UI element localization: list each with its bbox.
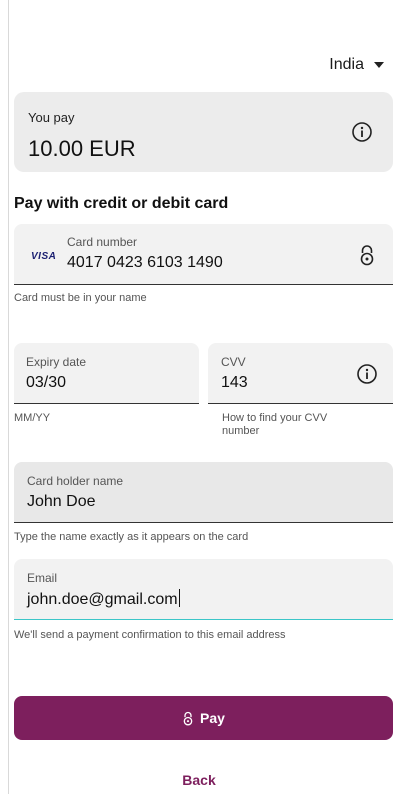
card-number-field[interactable]: VISA Card number 4017 0423 6103 1490 <box>14 224 393 285</box>
expiry-date-field[interactable]: Expiry date 03/30 <box>14 343 199 404</box>
card-number-value: 4017 0423 6103 1490 <box>67 254 223 271</box>
expiry-date-value: 03/30 <box>26 374 67 391</box>
email-value: john.doe@gmail.com <box>27 591 178 608</box>
cvv-field[interactable]: CVV 143 <box>208 343 393 404</box>
lock-icon <box>360 245 374 266</box>
section-title: Pay with credit or debit card <box>14 195 229 212</box>
payment-summary: You pay 10.00 EUR <box>14 92 393 172</box>
cvv-helper[interactable]: How to find your CVV number <box>222 412 362 438</box>
email-label: Email <box>27 571 58 585</box>
card-holder-label: Card holder name <box>27 474 124 488</box>
cvv-value: 143 <box>221 374 248 391</box>
text-cursor <box>178 589 180 607</box>
lock-icon <box>183 711 193 725</box>
card-number-label: Card number <box>67 235 138 249</box>
country-label: India <box>329 56 364 73</box>
amount-value: 10.00 EUR <box>28 136 136 161</box>
back-link[interactable]: Back <box>0 772 398 788</box>
card-number-helper: Card must be in your name <box>14 292 147 304</box>
email-field[interactable]: Email john.doe@gmail.com <box>14 559 393 620</box>
card-holder-helper: Type the name exactly as it appears on t… <box>14 531 249 543</box>
expiry-date-label: Expiry date <box>26 355 87 369</box>
pay-button-label: Pay <box>200 710 225 726</box>
card-holder-value: John Doe <box>27 493 96 510</box>
info-icon[interactable] <box>356 363 378 385</box>
info-icon[interactable] <box>351 121 373 143</box>
email-value-wrapper: john.doe@gmail.com <box>27 589 180 609</box>
chevron-down-icon <box>374 62 384 68</box>
cvv-label: CVV <box>221 355 246 369</box>
country-selector[interactable]: India <box>329 56 384 74</box>
email-helper: We'll send a payment confirmation to thi… <box>14 629 286 641</box>
pay-button[interactable]: Pay <box>14 696 393 740</box>
frame-border <box>8 0 9 794</box>
expiry-date-helper: MM/YY <box>14 412 51 424</box>
visa-logo: VISA <box>31 251 57 262</box>
you-pay-label: You pay <box>28 110 75 125</box>
card-holder-field[interactable]: Card holder name John Doe <box>14 462 393 523</box>
